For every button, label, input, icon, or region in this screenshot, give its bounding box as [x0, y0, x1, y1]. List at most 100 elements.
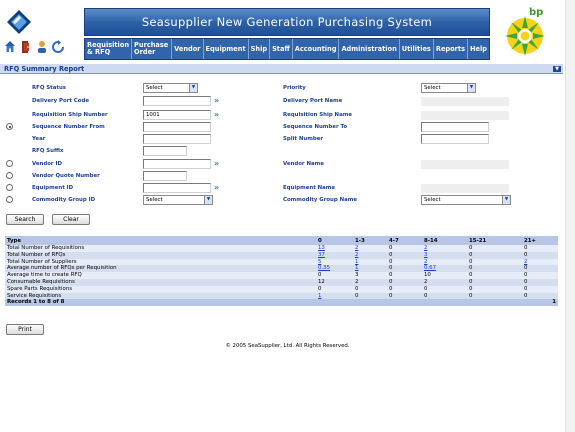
vendor-lookup-icon[interactable]: » [214, 160, 224, 168]
row-value-cell: 0 [467, 292, 522, 300]
rfq-status-select[interactable]: Select ▼ [143, 83, 198, 93]
row-value-cell: 0 [467, 258, 522, 266]
home-icon[interactable] [4, 40, 16, 54]
row-value-cell: 0 [387, 251, 422, 259]
row-value-link[interactable]: 0.35 [318, 265, 330, 271]
row-value-link[interactable]: 13 [318, 245, 325, 251]
row-value-cell: 0 [467, 285, 522, 293]
rfq-suffix-input[interactable] [143, 146, 187, 156]
sequence-radio[interactable] [6, 123, 13, 130]
menu-accounting[interactable]: Accounting [293, 39, 340, 59]
row-value-link[interactable]: 2 [355, 252, 358, 258]
sequence-number-to-input[interactable] [421, 122, 489, 132]
search-button[interactable]: Search [6, 214, 44, 225]
menu-ship[interactable]: Ship [249, 39, 271, 59]
menu-utilities[interactable]: Utilities [400, 39, 434, 59]
row-value-link[interactable]: 2 [524, 259, 527, 265]
vertical-scrollbar[interactable] [565, 0, 575, 432]
sequence-number-from-input[interactable] [143, 122, 211, 132]
row-value-cell: 2 [422, 245, 467, 252]
table-row: Average time to create RFQ 0 3 0 10 0 0 [5, 272, 558, 279]
page-number[interactable]: 1 [522, 299, 558, 307]
row-value-cell: 0 [353, 292, 387, 300]
row-value-cell: 13 [316, 245, 353, 252]
sequence-number-to-label: Sequence Number To [283, 124, 348, 130]
row-value-cell: 2 [422, 258, 467, 266]
row-value-cell: 0 [316, 272, 353, 279]
ship-lookup-icon[interactable]: » [214, 111, 224, 119]
rfq-status-value: Select [146, 85, 163, 91]
equipment-lookup-icon[interactable]: » [214, 184, 224, 192]
row-value-link[interactable]: 0.67 [424, 265, 436, 271]
row-value-cell: 1 [316, 292, 353, 300]
year-input[interactable] [143, 134, 211, 144]
equipment-id-input[interactable] [143, 183, 211, 193]
row-value-cell: 0 [467, 272, 522, 279]
bp-logo-text: bp [529, 7, 544, 18]
row-value-cell: 5 [316, 258, 353, 266]
chevron-down-icon: ▼ [204, 196, 212, 204]
row-value-cell: 0 [422, 285, 467, 293]
row-value-link[interactable]: 37 [318, 252, 325, 258]
vendor-id-input[interactable] [143, 159, 211, 169]
row-value-cell: 3 [353, 272, 387, 279]
menu-requisition-rfq[interactable]: Requisition & RFQ [85, 39, 133, 59]
commodity-radio[interactable] [6, 196, 13, 203]
menu-staff[interactable]: Staff [270, 39, 293, 59]
row-value-cell: 0 [522, 272, 558, 279]
row-type-cell: Total Number of RFQs [5, 251, 316, 259]
row-value-link[interactable]: 2 [424, 245, 427, 251]
menu-purchase-order[interactable]: Purchase Order [132, 39, 173, 59]
vendor-radio[interactable] [6, 160, 13, 167]
collapse-icon[interactable]: ▼ [553, 66, 561, 72]
vendor-quote-number-input[interactable] [143, 171, 187, 181]
row-value-link[interactable]: 5 [318, 259, 321, 265]
rfq-status-label: RFQ Status [32, 85, 67, 91]
commodity-group-name-select[interactable]: Select ▼ [421, 195, 511, 205]
row-value-link[interactable]: 1 [355, 259, 358, 265]
print-button[interactable]: Print [6, 324, 44, 335]
vendor-quote-radio[interactable] [6, 172, 13, 179]
delivery-port-lookup-icon[interactable]: » [214, 97, 224, 105]
requisition-ship-name-label: Requisition Ship Name [283, 112, 352, 118]
user-icon[interactable] [36, 40, 48, 54]
row-value-cell: 0 [522, 285, 558, 293]
row-value-link[interactable]: 3 [424, 252, 427, 258]
vendor-name-label: Vendor Name [283, 161, 324, 167]
menu-vendor[interactable]: Vendor [172, 39, 204, 59]
row-value-cell: 0 [467, 278, 522, 286]
split-number-input[interactable] [421, 134, 489, 144]
col-header-8-14: 8-14 [422, 236, 467, 245]
row-value-cell: 37 [316, 251, 353, 259]
col-header-0: 0 [316, 236, 353, 245]
menu-administration[interactable]: Administration [339, 39, 400, 59]
equipment-radio[interactable] [6, 184, 13, 191]
priority-select[interactable]: Select ▼ [421, 83, 476, 93]
menu-equipment[interactable]: Equipment [204, 39, 249, 59]
row-value-cell: 0 [467, 251, 522, 259]
row-value-cell: 2 [353, 245, 387, 252]
exit-icon[interactable] [20, 40, 32, 54]
row-value-cell: 10 [422, 272, 467, 279]
row-type-cell: Total Number of Requisitions [5, 245, 316, 252]
commodity-group-name-label: Commodity Group Name [283, 197, 358, 203]
row-value-cell: 2 [422, 278, 467, 286]
delivery-port-code-input[interactable] [143, 96, 211, 106]
row-value-cell: 0 [387, 265, 422, 273]
row-value-link[interactable]: 2 [424, 259, 427, 265]
quick-nav-icons [4, 40, 64, 56]
menu-help[interactable]: Help [468, 39, 489, 59]
clear-button[interactable]: Clear [52, 214, 90, 225]
rfq-summary-table: Type 0 1-3 4-7 8-14 15-21 21+ Total Numb… [5, 236, 558, 307]
refresh-icon[interactable] [52, 40, 64, 54]
row-value-link[interactable]: 1 [318, 293, 321, 299]
split-number-label: Split Number [283, 136, 324, 142]
commodity-group-id-select[interactable]: Select ▼ [143, 195, 213, 205]
row-value-link[interactable]: 2 [355, 245, 358, 251]
main-menu: Requisition & RFQ Purchase Order Vendor … [84, 38, 490, 60]
row-value-link[interactable]: 1 [355, 265, 358, 271]
requisition-ship-number-input[interactable]: 1001 [143, 110, 211, 120]
row-value-cell: 0 [522, 292, 558, 300]
chevron-down-icon: ▼ [502, 196, 510, 204]
menu-reports[interactable]: Reports [434, 39, 469, 59]
